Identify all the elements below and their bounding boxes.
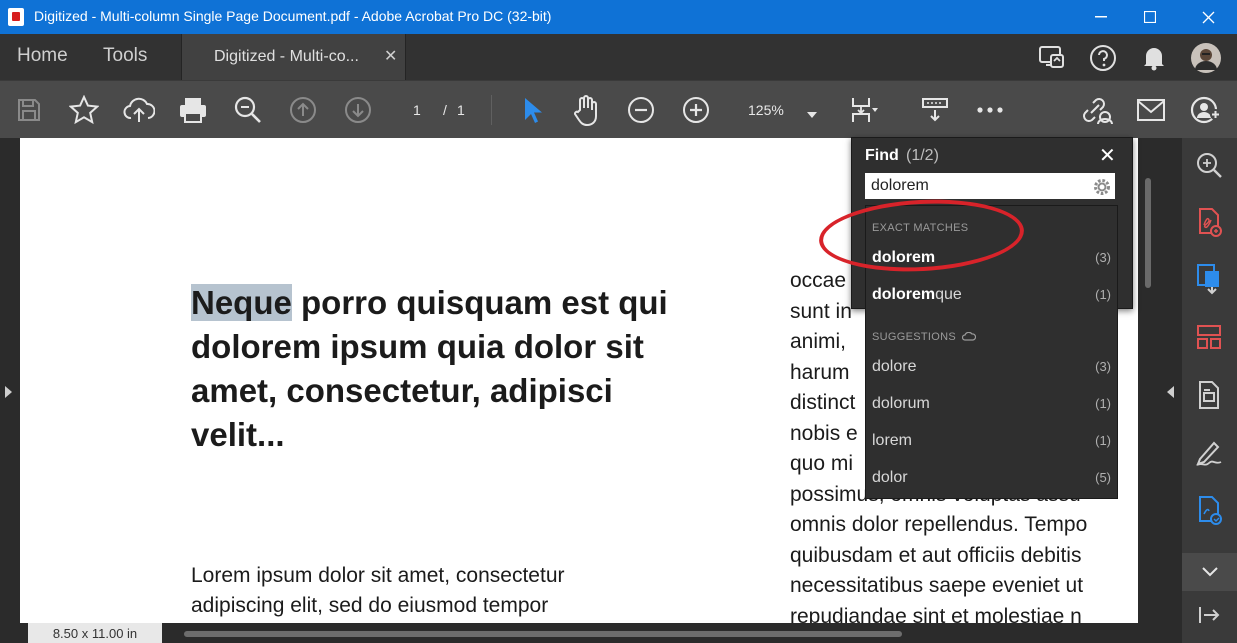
match-bold-text: dolorem	[872, 286, 936, 303]
next-page-icon[interactable]	[340, 92, 376, 128]
email-icon[interactable]	[1133, 92, 1169, 128]
horizontal-scrollbar[interactable]	[184, 631, 902, 637]
minimize-icon	[1095, 16, 1107, 18]
notifications-bell-icon[interactable]	[1138, 42, 1170, 74]
suggestion-term: dolor	[872, 469, 908, 486]
toolbar: 1 / 1 125%	[0, 80, 1237, 139]
close-tab-icon[interactable]: ✕	[384, 46, 397, 66]
right-line: necessitatibus saepe eveniet ut	[790, 574, 1084, 597]
tab-tools[interactable]: Tools	[103, 45, 147, 67]
suggestion-term: lorem	[872, 432, 913, 449]
collapse-right-panel-icon[interactable]	[1167, 385, 1174, 403]
suggestion-count: (5)	[1095, 470, 1111, 485]
user-avatar[interactable]	[1190, 42, 1222, 74]
right-panel-gutter	[1158, 138, 1182, 643]
fill-sign-icon[interactable]	[1190, 434, 1228, 472]
help-icon[interactable]	[1087, 42, 1119, 74]
search-highlight: Neque	[191, 284, 292, 321]
close-find-icon[interactable]: ✕	[1099, 143, 1116, 168]
add-user-icon[interactable]	[1188, 92, 1224, 128]
save-icon[interactable]	[11, 92, 47, 128]
suggestion-term: dolore	[872, 358, 917, 375]
zoom-in-icon[interactable]	[678, 92, 714, 128]
share-link-icon[interactable]	[1079, 92, 1115, 128]
more-tools-icon[interactable]	[972, 92, 1008, 128]
find-settings-gear-icon[interactable]	[1093, 178, 1111, 201]
export-pdf-icon[interactable]	[1190, 260, 1228, 298]
suggestion-term: dolorum	[872, 395, 930, 412]
tab-document[interactable]: Digitized - Multi-co... ✕	[181, 34, 406, 80]
document-body-text: Lorem ipsum dolor sit amet, consectetur …	[191, 561, 671, 621]
page-fit-icon[interactable]	[846, 92, 882, 128]
right-line: repudiandae sint et molestiae n	[790, 604, 1082, 624]
suggestion-item[interactable]: lorem (1)	[866, 423, 1117, 460]
minimize-button[interactable]	[1078, 0, 1124, 34]
total-pages: 1	[457, 102, 465, 118]
maximize-button[interactable]	[1127, 0, 1173, 34]
right-line: omnis dolor repellendus. Tempo	[790, 513, 1088, 536]
find-title: Find	[865, 147, 899, 164]
current-page-field[interactable]: 1	[413, 102, 421, 118]
window-title: Digitized - Multi-column Single Page Doc…	[34, 8, 552, 24]
scroll-tools-down-icon[interactable]	[1182, 553, 1237, 591]
zoom-dropdown-caret-icon[interactable]	[807, 105, 817, 123]
title-bar: Digitized - Multi-column Single Page Doc…	[0, 0, 1237, 34]
hand-tool-icon[interactable]	[568, 92, 604, 128]
scroll-mode-icon[interactable]	[917, 92, 953, 128]
right-line: quibusdam et aut officiis debitis	[790, 543, 1082, 567]
page-separator: /	[443, 102, 447, 118]
document-heading: Neque porro quisquam est qui dolorem ips…	[191, 281, 711, 457]
select-tool-icon[interactable]	[514, 92, 550, 128]
bookmark-star-icon[interactable]	[66, 92, 102, 128]
create-pdf-icon[interactable]	[1190, 203, 1228, 241]
cloud-icon	[962, 331, 977, 341]
close-window-button[interactable]	[1185, 0, 1231, 34]
page-size-indicator: 8.50 x 11.00 in	[28, 623, 162, 643]
edit-pdf-icon[interactable]	[1190, 376, 1228, 414]
status-bar: 8.50 x 11.00 in	[0, 623, 1138, 643]
match-rest-text: que	[935, 286, 962, 303]
request-signature-icon[interactable]	[1190, 491, 1228, 529]
print-icon[interactable]	[175, 92, 211, 128]
zoom-out-icon[interactable]	[623, 92, 659, 128]
suggestions-heading-label: SUGGESTIONS	[872, 331, 956, 343]
share-screen-icon[interactable]	[1036, 42, 1068, 74]
exact-match-item[interactable]: doloremque (1)	[866, 277, 1117, 314]
tab-home[interactable]: Home	[17, 45, 68, 67]
find-result-count: (1/2)	[906, 147, 939, 164]
suggestion-count: (1)	[1095, 396, 1111, 411]
suggestion-item[interactable]: dolore (3)	[866, 349, 1117, 386]
enhance-scan-icon[interactable]	[1190, 146, 1228, 184]
expand-left-panel-icon[interactable]	[5, 385, 12, 403]
find-search-input[interactable]	[865, 173, 1115, 199]
close-icon	[1202, 11, 1214, 23]
organize-pages-icon[interactable]	[1190, 318, 1228, 356]
match-count: (1)	[1095, 287, 1111, 302]
body-line: Lorem ipsum dolor sit amet, consectetur	[191, 564, 565, 587]
toolbar-divider	[491, 95, 492, 125]
document-tab-label: Digitized - Multi-co...	[214, 48, 359, 65]
vertical-scrollbar[interactable]	[1138, 138, 1158, 623]
suggestion-item[interactable]: dolorum (1)	[866, 386, 1117, 423]
cloud-upload-icon[interactable]	[121, 92, 157, 128]
tab-bar: Home Tools Digitized - Multi-co... ✕	[0, 34, 1237, 80]
previous-page-icon[interactable]	[285, 92, 321, 128]
zoom-level-dropdown[interactable]: 125%	[748, 102, 784, 118]
search-zoom-icon[interactable]	[230, 92, 266, 128]
match-count: (3)	[1095, 250, 1111, 265]
scrollbar-thumb[interactable]	[1145, 178, 1151, 288]
left-panel-gutter	[0, 138, 20, 643]
suggestion-count: (3)	[1095, 359, 1111, 374]
collapse-pane-icon[interactable]	[1190, 596, 1228, 634]
suggestion-count: (1)	[1095, 433, 1111, 448]
suggestion-item[interactable]: dolor (5)	[866, 460, 1117, 497]
body-line: adipiscing elit, sed do eiusmod tempor	[191, 594, 549, 617]
suggestions-heading: SUGGESTIONS	[872, 331, 977, 343]
acrobat-app-icon	[8, 8, 24, 26]
maximize-icon	[1144, 11, 1156, 23]
